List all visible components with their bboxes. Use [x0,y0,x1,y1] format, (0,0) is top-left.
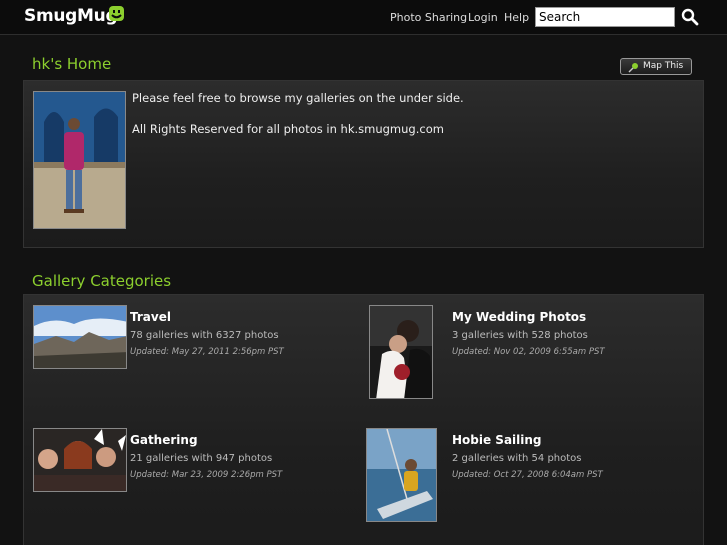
category-title-wedding[interactable]: My Wedding Photos [452,310,586,324]
smile-logo-icon [109,6,124,21]
search-icon[interactable] [681,8,699,26]
category-count-hobie-sailing: 2 galleries with 54 photos [452,453,582,464]
category-updated-gathering: Updated: Mar 23, 2009 2:26pm PST [130,470,283,480]
nav-photo-sharing[interactable]: Photo Sharing [390,11,467,24]
category-title-travel[interactable]: Travel [130,310,171,324]
pushpin-icon [628,63,638,73]
map-this-button[interactable]: Map This [620,58,692,75]
gallery-categories-title: Gallery Categories [32,272,172,290]
category-thumbnail-hobie-sailing[interactable] [366,428,437,522]
top-bar: SmugMug Photo Sharing Login Help [0,0,727,35]
home-title: hk's Home [32,55,112,73]
category-thumbnail-gathering[interactable] [33,428,127,492]
category-title-hobie-sailing[interactable]: Hobie Sailing [452,433,542,447]
nav-login[interactable]: Login [468,11,498,24]
category-count-wedding: 3 galleries with 528 photos [452,330,588,341]
category-updated-travel: Updated: May 27, 2011 2:56pm PST [130,347,284,357]
profile-photo[interactable] [33,91,126,229]
smugmug-logo[interactable]: SmugMug [24,6,118,26]
category-thumbnail-travel[interactable] [33,305,127,369]
about-text-line-2: All Rights Reserved for all photos in hk… [132,122,444,136]
category-updated-wedding: Updated: Nov 02, 2009 6:55am PST [452,347,605,357]
category-count-travel: 78 galleries with 6327 photos [130,330,279,341]
map-this-label: Map This [643,61,684,71]
category-thumbnail-wedding[interactable] [369,305,433,399]
about-text-line-1: Please feel free to browse my galleries … [132,91,464,105]
nav-help[interactable]: Help [504,11,529,24]
category-updated-hobie-sailing: Updated: Oct 27, 2008 6:04am PST [452,470,603,480]
search-input[interactable] [535,7,675,27]
category-title-gathering[interactable]: Gathering [130,433,198,447]
category-count-gathering: 21 galleries with 947 photos [130,453,273,464]
